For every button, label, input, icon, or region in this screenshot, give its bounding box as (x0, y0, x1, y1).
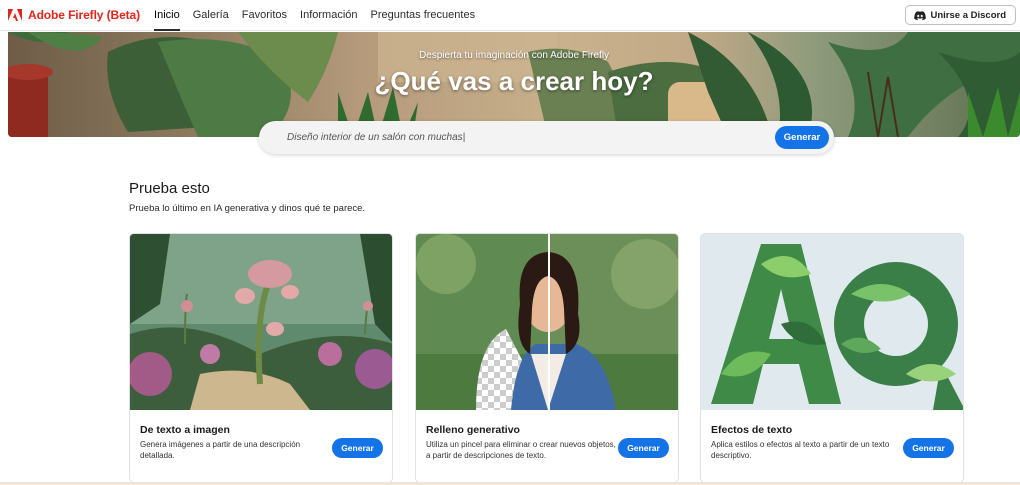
nav-item-preguntas-frecuentes[interactable]: Preguntas frecuentes (371, 0, 476, 31)
card-title: Relleno generativo (426, 424, 520, 436)
brand[interactable]: Adobe Firefly (Beta) (8, 8, 140, 22)
nav-item-inicio[interactable]: Inicio (154, 0, 180, 31)
card-title: De texto a imagen (140, 424, 230, 436)
hero-title: ¿Qué vas a crear hoy? (374, 66, 654, 96)
card-generate-button[interactable]: Generar (618, 438, 669, 458)
top-navigation-bar: Adobe Firefly (Beta) Inicio Galería Favo… (0, 0, 1020, 31)
section-description: Prueba lo último en IA generativa y dino… (129, 203, 366, 214)
generate-button[interactable]: Generar (775, 126, 829, 149)
card-generative-fill[interactable]: Relleno generativo Utiliza un pincel par… (415, 233, 679, 483)
card-generate-button[interactable]: Generar (903, 438, 954, 458)
text-to-image-preview (130, 234, 392, 410)
card-description: Utiliza un pincel para eliminar o crear … (426, 440, 616, 460)
brand-name: Adobe Firefly (Beta) (28, 8, 141, 22)
generative-fill-preview (416, 234, 678, 410)
nav-item-informacion[interactable]: Información (300, 0, 357, 31)
card-description: Genera imágenes a partir de una descripc… (140, 440, 301, 460)
prompt-input[interactable] (287, 132, 757, 143)
card-description: Aplica estilos o efectos al texto a part… (711, 440, 890, 460)
text-effects-preview (701, 234, 963, 410)
hero-subtitle: Despierta tu imaginación con Adobe Firef… (418, 50, 610, 61)
card-text-effects[interactable]: Efectos de texto Aplica estilos o efecto… (700, 233, 964, 483)
card-generate-button[interactable]: Generar (332, 438, 383, 458)
card-text-to-image[interactable]: De texto a imagen Genera imágenes a part… (129, 233, 393, 483)
card-title: Efectos de texto (711, 424, 793, 436)
nav-item-favoritos[interactable]: Favoritos (242, 0, 287, 31)
prompt-search-bar: Generar (259, 121, 834, 154)
nav-item-galeria[interactable]: Galería (193, 0, 229, 31)
section-title: Prueba esto (129, 180, 210, 197)
discord-button-label: Unirse a Discord (930, 9, 1007, 21)
discord-icon (913, 10, 926, 20)
join-discord-button[interactable]: Unirse a Discord (904, 5, 1016, 25)
adobe-logo-icon (8, 9, 22, 21)
main-nav: Inicio Galería Favoritos Información Pre… (154, 0, 488, 31)
